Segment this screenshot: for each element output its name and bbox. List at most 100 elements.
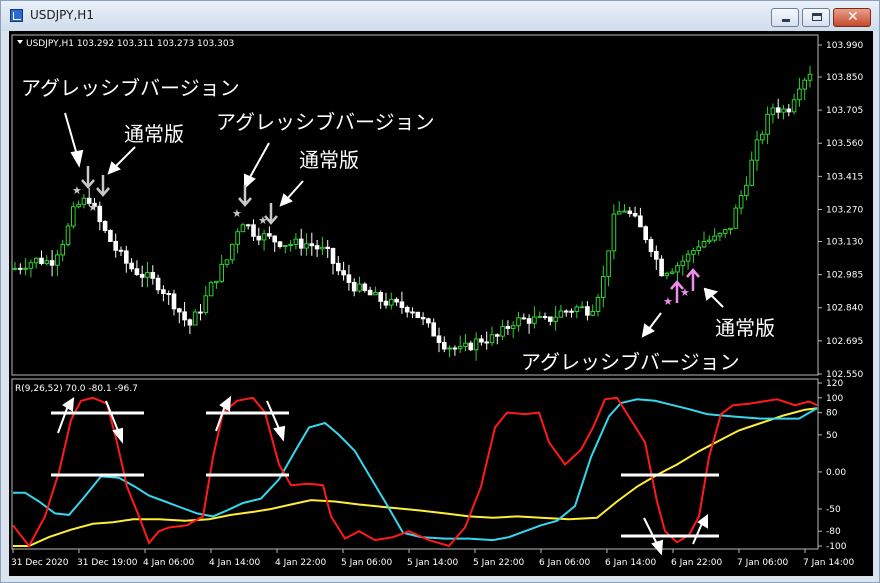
bullish-candle: [320, 246, 325, 250]
maximize-icon: [812, 13, 822, 21]
bearish-candle: [452, 347, 458, 350]
bullish-candle: [537, 316, 543, 319]
bullish-candle: [208, 282, 214, 297]
bearish-candle: [548, 316, 553, 322]
bearish-candle: [654, 250, 659, 260]
bullish-candle: [55, 254, 60, 266]
bearish-candle: [378, 292, 383, 302]
price-tick-label: 102.695: [826, 337, 863, 347]
bullish-candle: [357, 283, 362, 292]
bearish-candle: [632, 212, 638, 217]
bearish-candle: [638, 215, 643, 228]
bullish-candle: [240, 224, 246, 233]
indicator-panel-header: R(9,26,52) 70.0 -80.1 -96.7: [15, 384, 138, 394]
time-tick-label: 6 Jan 22:00: [671, 558, 723, 568]
bullish-candle: [712, 235, 717, 241]
price-tick-label: 103.270: [826, 206, 863, 216]
time-tick-label: 5 Jan 22:00: [473, 558, 525, 568]
bearish-candle: [786, 108, 792, 113]
indicator-tick-label: 80: [826, 409, 838, 419]
bearish-candle: [97, 205, 103, 223]
bearish-candle: [177, 308, 182, 313]
bearish-candle: [569, 310, 574, 313]
bearish-candle: [102, 221, 108, 231]
bearish-candle: [341, 270, 346, 276]
bullish-candle: [373, 292, 378, 296]
chart-area[interactable]: USDJPY,H1 103.292 103.311 103.273 103.30…: [9, 31, 873, 576]
title-bar[interactable]: USDJPY,H1 ✕: [1, 1, 879, 31]
bearish-candle: [479, 338, 484, 343]
bearish-candle: [643, 226, 649, 241]
price-tick-label: 103.415: [826, 172, 863, 182]
bullish-candle: [781, 108, 786, 113]
bullish-candle: [733, 207, 739, 229]
bullish-candle: [807, 73, 813, 81]
minimize-button[interactable]: [771, 8, 799, 27]
bearish-candle: [394, 298, 399, 303]
price-tick-label: 103.560: [826, 139, 863, 149]
bearish-candle: [129, 262, 134, 270]
bearish-candle: [367, 289, 373, 296]
bullish-candle: [500, 326, 505, 337]
bearish-candle: [187, 319, 193, 326]
bullish-candle: [293, 238, 299, 245]
bullish-candle: [722, 229, 728, 234]
star-icon: ★: [72, 184, 82, 197]
bullish-candle: [489, 334, 495, 344]
bearish-candle: [563, 310, 569, 313]
bullish-candle: [65, 225, 71, 246]
time-tick-label: 6 Jan 14:00: [605, 558, 657, 568]
bearish-candle: [113, 240, 119, 251]
price-tick-label: 103.130: [826, 237, 863, 247]
bearish-candle: [431, 322, 436, 337]
bullish-candle: [219, 263, 224, 282]
bearish-candle: [330, 247, 336, 264]
bearish-candle: [775, 107, 781, 113]
bearish-candle: [198, 311, 203, 314]
maximize-button[interactable]: [802, 8, 830, 27]
bearish-candle: [139, 273, 145, 278]
bullish-candle: [765, 113, 770, 135]
bearish-candle: [155, 277, 161, 291]
price-tick-label: 103.705: [826, 106, 863, 116]
bullish-candle: [680, 260, 686, 267]
time-tick-label: 7 Jan 14:00: [803, 558, 855, 568]
bullish-candle: [744, 184, 749, 197]
bearish-candle: [484, 341, 489, 344]
label-aggressive-3: アグレッシブバージョン: [521, 350, 740, 374]
bearish-candle: [277, 241, 283, 248]
label-aggressive-2: アグレッシブバージョン: [216, 110, 435, 134]
star-icon: ★: [663, 295, 673, 308]
bullish-candle: [595, 296, 601, 312]
bearish-candle: [415, 311, 421, 318]
bullish-candle: [685, 253, 691, 262]
bullish-candle: [616, 211, 622, 215]
bullish-candle: [283, 245, 288, 248]
bullish-candle: [447, 347, 452, 350]
bullish-candle: [510, 325, 516, 329]
bullish-candle: [590, 310, 596, 316]
bearish-candle: [182, 311, 187, 321]
bearish-candle: [245, 224, 251, 227]
time-tick-label: 7 Jan 06:00: [737, 558, 789, 568]
time-tick-label: 31 Dec 19:00: [77, 558, 138, 568]
bullish-candle: [707, 239, 712, 242]
price-tick-label: 102.840: [826, 304, 863, 314]
bearish-candle: [134, 268, 140, 275]
bullish-candle: [558, 310, 564, 318]
close-button[interactable]: ✕: [833, 8, 871, 27]
chart-window: USDJPY,H1 ✕ USDJPY,H1 103.292 103.311 10…: [0, 0, 880, 583]
bearish-candle: [124, 250, 129, 264]
indicator-tick-label: 0.00: [826, 468, 846, 478]
bearish-candle: [495, 334, 500, 337]
bearish-candle: [505, 326, 511, 329]
bearish-candle: [39, 257, 44, 265]
bearish-candle: [309, 243, 315, 247]
bullish-candle: [235, 231, 240, 245]
bearish-candle: [272, 235, 277, 243]
star-icon: ★: [258, 214, 268, 227]
bearish-candle: [351, 281, 357, 292]
bullish-candle: [728, 227, 733, 231]
time-tick-label: 6 Jan 06:00: [539, 558, 591, 568]
indicator-tick-label: 100: [826, 394, 843, 404]
